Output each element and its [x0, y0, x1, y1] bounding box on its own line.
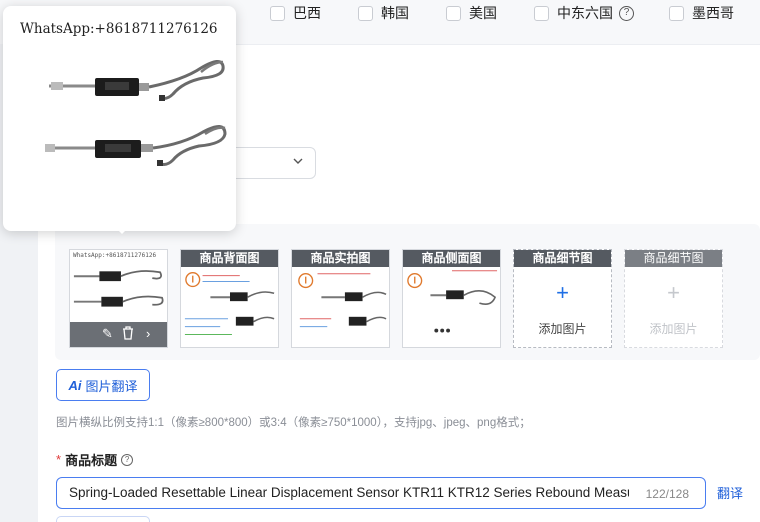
pencil-icon[interactable]: ✎ — [102, 326, 113, 342]
product-image — [73, 270, 164, 307]
checkbox[interactable] — [358, 5, 373, 21]
image-slot-back[interactable]: 商品背面图 — [180, 249, 279, 348]
image-slot-real[interactable]: 商品实拍图 — [291, 249, 390, 348]
plus-icon: + — [667, 280, 680, 305]
region-option-mexico[interactable]: 墨西哥 — [669, 3, 734, 23]
region-option-middle-east[interactable]: 中东六国 ? — [534, 3, 634, 23]
product-title-label: * 商品标题 ? — [56, 450, 134, 469]
trash-icon[interactable] — [122, 326, 134, 343]
slot-caption: 商品背面图 — [181, 250, 278, 267]
help-icon[interactable]: ? — [619, 5, 634, 21]
image-slot-detail-add[interactable]: 商品细节图 + 添加图片 — [513, 249, 612, 348]
char-count: 122/128 — [645, 487, 689, 501]
region-option-brazil[interactable]: 巴西 — [270, 3, 321, 23]
product-image — [184, 272, 275, 335]
slot-caption: 商品细节图 — [514, 250, 611, 267]
image-format-hint: 图片横纵比例支持1:1（像素≥800*800）或3:4（像素≥750*1000）… — [56, 417, 531, 429]
checkbox[interactable] — [446, 5, 461, 21]
required-mark: * — [56, 452, 62, 467]
region-option-korea[interactable]: 韩国 — [358, 3, 409, 23]
product-image — [407, 270, 498, 333]
checkbox[interactable] — [270, 5, 285, 21]
partial-button[interactable] — [56, 516, 150, 522]
slot-caption: 商品侧面图 — [403, 250, 500, 267]
region-label: 韩国 — [381, 5, 409, 21]
image-slot-detail-add-disabled: 商品细节图 + 添加图片 — [624, 249, 723, 348]
translate-link[interactable]: 翻译 — [717, 483, 743, 502]
popover-arrow — [113, 225, 131, 234]
region-label: 墨西哥 — [692, 5, 734, 21]
preview-watermark: WhatsApp:+8618711276126 — [20, 21, 218, 37]
checkbox[interactable] — [534, 5, 549, 21]
help-icon[interactable]: ? — [121, 453, 134, 466]
slot-caption: 商品细节图 — [625, 250, 722, 267]
image-preview-popover: WhatsApp:+8618711276126 — [3, 6, 236, 231]
slot-caption: 商品实拍图 — [292, 250, 389, 267]
product-title-value[interactable]: Spring-Loaded Resettable Linear Displace… — [69, 485, 629, 500]
region-option-usa[interactable]: 美国 — [446, 3, 497, 23]
add-image-label: 添加图片 — [649, 322, 698, 336]
region-label: 巴西 — [293, 5, 321, 21]
add-image-label: 添加图片 — [538, 322, 587, 336]
chevron-right-icon[interactable]: › — [146, 326, 150, 341]
chevron-down-icon — [293, 158, 303, 164]
region-label: 中东六国 — [557, 5, 613, 21]
product-title-input[interactable]: Spring-Loaded Resettable Linear Displace… — [56, 477, 706, 509]
product-title-text: 商品标题 — [65, 453, 118, 468]
checkbox[interactable] — [669, 5, 684, 21]
product-preview-image — [45, 60, 227, 166]
ai-icon: Ai — [68, 377, 82, 393]
image-slot-side[interactable]: 商品侧面图 — [402, 249, 501, 348]
main-image-thumb[interactable]: WhatsApp:+8618711276126 ✎ › — [69, 249, 168, 348]
image-translate-button[interactable]: Ai 图片翻译 — [56, 369, 150, 401]
thumb-action-bar: ✎ › — [70, 322, 167, 347]
plus-icon: + — [556, 280, 569, 305]
region-label: 美国 — [469, 5, 497, 21]
product-image — [298, 273, 387, 328]
image-translate-label: 图片翻译 — [85, 378, 138, 394]
